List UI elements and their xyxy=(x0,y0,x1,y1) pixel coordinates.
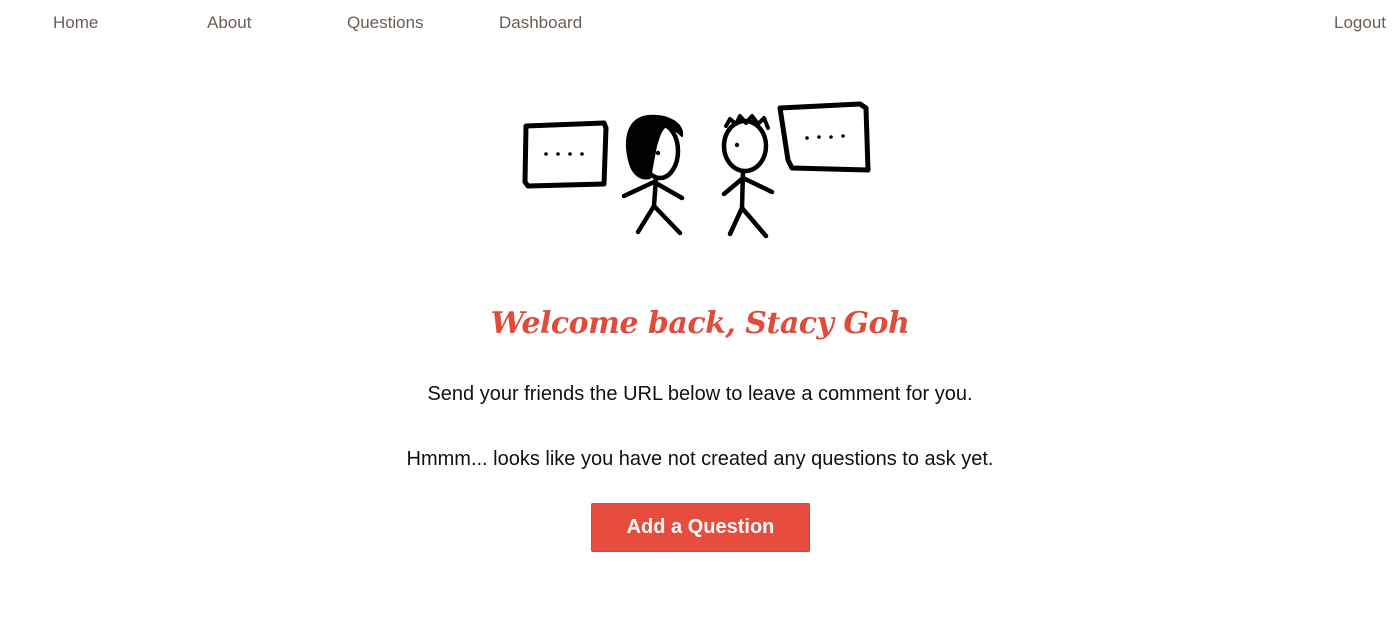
share-url-message: Send your friends the URL below to leave… xyxy=(427,383,973,405)
boy-figure-icon xyxy=(721,114,775,239)
nav-link-dashboard[interactable]: Dashboard xyxy=(499,13,582,33)
add-question-button[interactable]: Add a Question xyxy=(591,503,810,552)
top-nav: Home About Questions Dashboard Logout xyxy=(0,0,1400,48)
empty-questions-message: Hmmm... looks like you have not created … xyxy=(406,448,994,470)
welcome-heading: Welcome back, Stacy Goh xyxy=(490,306,910,341)
stick-figures-illustration xyxy=(518,96,874,242)
nav-link-logout[interactable]: Logout xyxy=(1334,13,1386,33)
left-speech-bubble-icon xyxy=(522,120,609,189)
nav-link-questions[interactable]: Questions xyxy=(347,13,424,33)
girl-figure-icon xyxy=(621,114,685,236)
nav-link-about[interactable]: About xyxy=(207,13,251,33)
nav-link-home[interactable]: Home xyxy=(53,13,98,33)
right-speech-bubble-icon xyxy=(777,101,871,173)
